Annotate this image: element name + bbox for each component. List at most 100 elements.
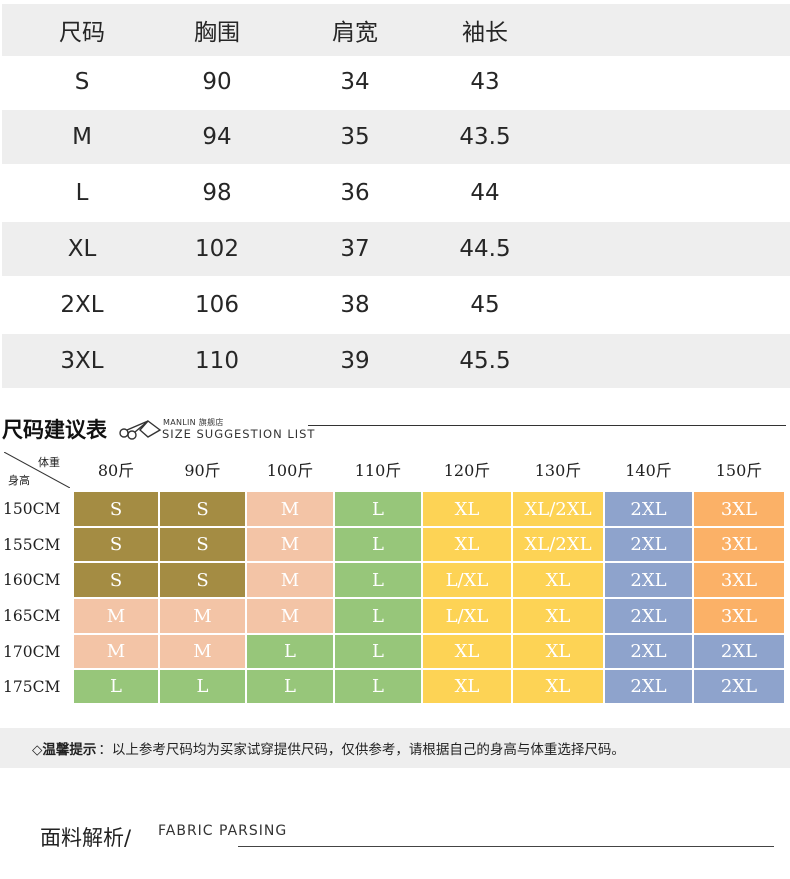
size-cell: XL	[422, 527, 512, 562]
size-cell: XL	[512, 634, 604, 669]
measurement-cell: 45	[470, 292, 500, 318]
size-cell: S	[73, 527, 159, 562]
measurement-cell: 38	[340, 292, 370, 318]
size-cell: S	[159, 562, 246, 598]
measurement-header-row: 尺码 胸围 肩宽 袖长	[2, 4, 790, 56]
height-label: 165CM	[3, 607, 61, 625]
size-cell: M	[246, 527, 334, 562]
measurement-row: L 98 36 44	[2, 166, 790, 220]
weight-header: 80斤	[97, 461, 135, 480]
size-cell: L	[334, 527, 422, 562]
size-cell: 2XL	[604, 634, 693, 669]
measurement-header-cell: 袖长	[462, 20, 508, 46]
size-cell: L	[159, 669, 246, 704]
measurement-cell: L	[75, 180, 89, 206]
measurement-cell: 2XL	[60, 292, 104, 318]
size-cell: L	[334, 491, 422, 527]
measurement-row: 3XL 110 39 45.5	[2, 334, 790, 388]
size-cell: L	[334, 669, 422, 704]
size-cell: XL	[422, 669, 512, 704]
measurement-cell: 45.5	[459, 348, 511, 374]
size-cell: S	[73, 562, 159, 598]
measurement-cell: M	[72, 124, 92, 150]
weight-header: 110斤	[354, 461, 402, 480]
measurement-cell: 43	[470, 69, 500, 95]
measurement-header-cell: 肩宽	[332, 20, 378, 46]
measurement-cell: 44.5	[459, 236, 511, 262]
suggestion-subtitle: SIZE SUGGESTION LIST	[162, 427, 316, 441]
tip-label: ◇温馨提示	[32, 742, 97, 758]
suggestion-title: 尺码建议表	[2, 418, 107, 442]
measurement-header-cell: 胸围	[194, 20, 240, 46]
size-cell: M	[159, 598, 246, 634]
size-cell: M	[73, 598, 159, 634]
size-cell: 3XL	[693, 527, 785, 562]
measurement-cell: 98	[202, 180, 232, 206]
measurement-cell: 36	[340, 180, 370, 206]
corner-height-label: 身高	[8, 474, 30, 487]
size-cell: M	[159, 634, 246, 669]
measurement-cell: 106	[195, 292, 239, 318]
height-label: 160CM	[3, 571, 61, 589]
size-cell: 2XL	[604, 491, 693, 527]
measurement-row: M 94 35 43.5	[2, 110, 790, 164]
measurement-cell: 102	[195, 236, 239, 262]
size-cell: L	[73, 669, 159, 704]
measurement-cell: 34	[340, 69, 370, 95]
size-cell: L	[334, 562, 422, 598]
size-cell: 2XL	[693, 634, 785, 669]
size-cell: 2XL	[604, 562, 693, 598]
size-cell: M	[246, 598, 334, 634]
weight-header: 150斤	[715, 461, 763, 480]
fabric-title: 面料解析/	[40, 826, 132, 850]
tip-bar: ◇温馨提示 ：以上参考尺码均为买家试穿提供尺码，仅供参考，请根据自己的身高与体重选…	[0, 728, 790, 768]
measurement-row: 2XL 106 38 45	[2, 278, 790, 332]
measurement-cell: XL	[67, 236, 97, 262]
measurement-cell: 90	[202, 69, 232, 95]
height-label: 150CM	[3, 500, 61, 518]
weight-header: 90斤	[184, 461, 221, 480]
size-cell: 2XL	[604, 527, 693, 562]
measurement-cell: 94	[202, 124, 232, 150]
measurement-cell: 3XL	[60, 348, 104, 374]
size-cell: XL	[422, 634, 512, 669]
size-cell: 2XL	[604, 669, 693, 704]
measurement-row: S 90 34 43	[2, 56, 790, 108]
size-cell: S	[159, 527, 246, 562]
height-label: 170CM	[3, 642, 61, 661]
size-cell: 3XL	[693, 491, 785, 527]
size-cell: XL/2XL	[512, 527, 604, 562]
size-cell: 3XL	[693, 598, 785, 634]
size-cell: XL	[512, 598, 604, 634]
size-cell: S	[159, 491, 246, 527]
size-cell: XL	[422, 491, 512, 527]
height-label: 155CM	[3, 535, 61, 554]
tip-text: ：以上参考尺码均为买家试穿提供尺码，仅供参考，请根据自己的身高与体重选择尺码。	[98, 742, 625, 758]
measurement-header-cell: 尺码	[59, 20, 105, 46]
header-divider	[308, 425, 786, 426]
size-cell: 2XL	[693, 669, 785, 704]
size-cell: 2XL	[604, 598, 693, 634]
size-cell: L	[246, 669, 334, 704]
weight-header: 100斤	[266, 461, 314, 480]
height-label: 175CM	[3, 677, 61, 696]
measurement-row: XL 102 37 44.5	[2, 222, 790, 276]
size-cell: 3XL	[693, 562, 785, 598]
weight-header: 120斤	[443, 461, 491, 480]
size-cell: L	[246, 634, 334, 669]
fabric-subtitle: FABRIC PARSING	[158, 823, 288, 839]
size-cell: L/XL	[422, 562, 512, 598]
measurement-cell: 37	[340, 236, 370, 262]
size-cell: L/XL	[422, 598, 512, 634]
measurement-cell: 35	[340, 124, 370, 150]
weight-header: 130斤	[534, 461, 582, 480]
size-cell: XL	[512, 669, 604, 704]
size-cell: L	[334, 634, 422, 669]
measurement-cell: 110	[195, 348, 239, 374]
size-cell: M	[73, 634, 159, 669]
weight-header: 140斤	[625, 461, 672, 480]
size-cell: L	[334, 598, 422, 634]
measurement-cell: S	[74, 69, 90, 95]
corner-weight-label: 体重	[38, 456, 60, 469]
size-cell: XL/2XL	[512, 491, 604, 527]
